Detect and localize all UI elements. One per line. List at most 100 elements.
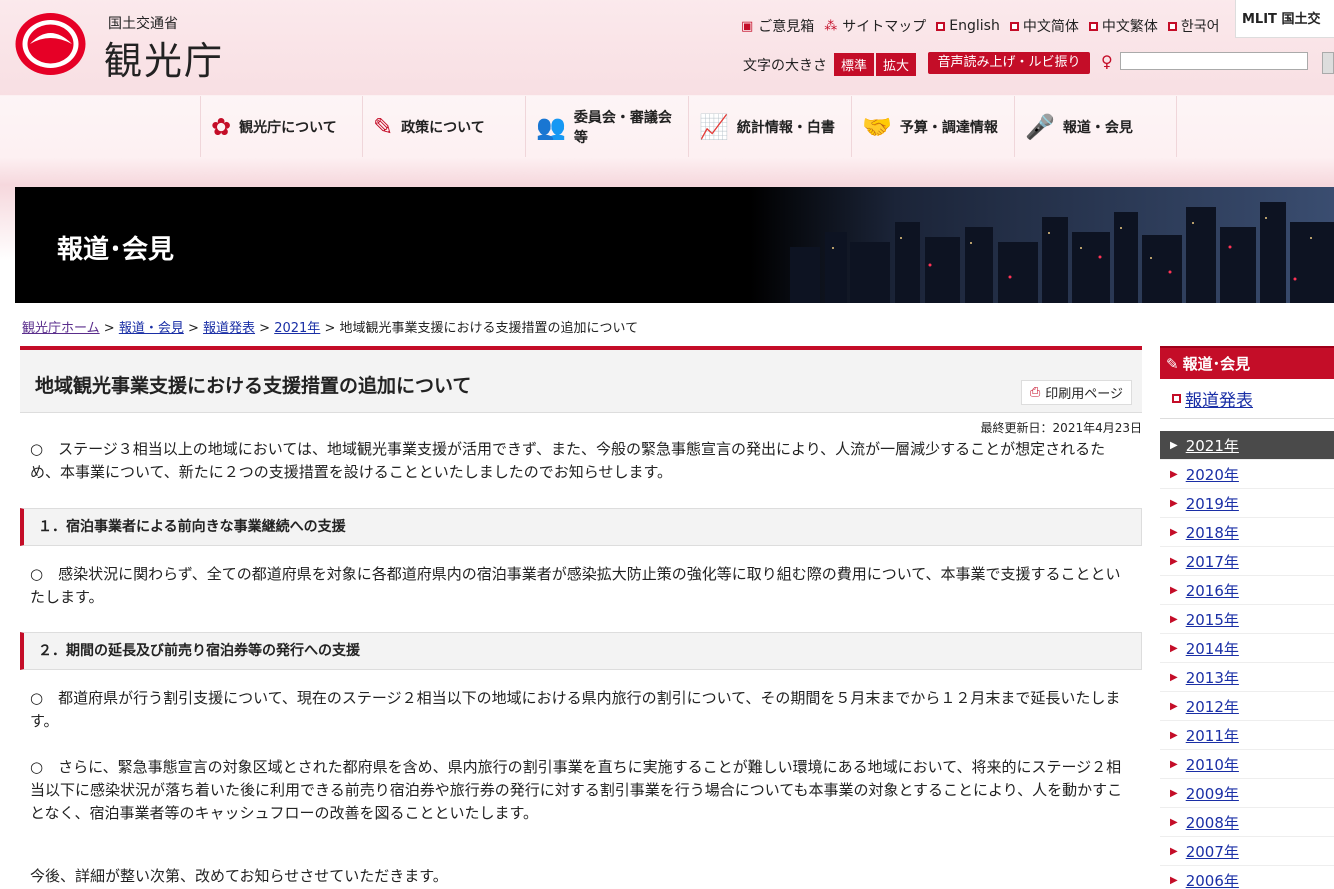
sidebar-year-item[interactable]: ▶ 2018年 xyxy=(1160,518,1334,547)
triangle-right-icon: ▶ xyxy=(1170,497,1178,509)
sidebar-year-item[interactable]: ▶ 2017年 xyxy=(1160,547,1334,576)
top-link-label: 한국어 xyxy=(1180,19,1220,35)
triangle-right-icon: ▶ xyxy=(1170,874,1178,886)
font-large-button[interactable]: 拡大 xyxy=(876,53,917,76)
sidebar-year-item[interactable]: ▶ 2007年 xyxy=(1160,837,1334,866)
nav-item-statistics[interactable]: 📈 統計情報・白書 xyxy=(688,96,851,157)
triangle-right-icon: ▶ xyxy=(1170,787,1178,799)
square-icon xyxy=(1172,394,1181,403)
top-link-english[interactable]: English xyxy=(936,16,1000,36)
section2-paragraph-2: ○ さらに、緊急事態宣言の対象区域とされた都府県を含め、県内旅行の割引事業を直ち… xyxy=(30,758,1123,822)
microphone-icon: 🎤 xyxy=(1025,112,1055,141)
year-link[interactable]: 2009年 xyxy=(1186,783,1239,804)
section2-paragraph-1: ○ 都道府県が行う割引支援について、現在のステージ２相当以下の地域における県内旅… xyxy=(30,689,1121,730)
breadcrumb: 観光庁ホーム > 報道・会見 > 報道発表 > 2021年 > 地域観光事業支援… xyxy=(22,317,638,336)
sidebar-year-item[interactable]: ▶ 2013年 xyxy=(1160,663,1334,692)
handshake-icon: 🤝 xyxy=(862,112,892,141)
breadcrumb-press-link[interactable]: 報道・会見 xyxy=(119,321,184,336)
nav-item-press[interactable]: 🎤 報道・会見 xyxy=(1014,96,1177,157)
sidebar-year-item[interactable]: ▶ 2016年 xyxy=(1160,576,1334,605)
year-link[interactable]: 2015年 xyxy=(1186,609,1239,630)
closing-paragraph: 今後、詳細が整い次第、改めてお知らせさせていただきます。 xyxy=(30,867,448,885)
sidebar-year-item[interactable]: ▶ 2020年 xyxy=(1160,460,1334,489)
sidebar-sub-link[interactable]: 報道発表 xyxy=(1185,386,1253,411)
square-icon xyxy=(1167,21,1177,31)
font-standard-button[interactable]: 標準 xyxy=(834,53,875,76)
sidebar-year-item[interactable]: ▶ 2021年 xyxy=(1160,431,1334,460)
year-link[interactable]: 2011年 xyxy=(1186,725,1239,746)
triangle-right-icon: ▶ xyxy=(1170,642,1178,654)
sidebar-year-item[interactable]: ▶ 2015年 xyxy=(1160,605,1334,634)
city-night-image xyxy=(750,187,1334,303)
kanko-logo-icon[interactable] xyxy=(14,12,87,76)
year-link[interactable]: 2010年 xyxy=(1186,754,1239,775)
year-link[interactable]: 2012年 xyxy=(1186,696,1239,717)
triangle-right-icon: ▶ xyxy=(1170,816,1178,828)
global-nav: ✿ 観光庁について ✎ 政策について 👥 委員会・審議会等 📈 統計情報・白書 🤝 予算・… xyxy=(200,96,1177,157)
sidebar-year-item[interactable]: ▶ 2019年 xyxy=(1160,489,1334,518)
mlit-logo[interactable]: MLIT 国土交 xyxy=(1235,0,1334,38)
year-link[interactable]: 2013年 xyxy=(1186,667,1239,688)
top-link-korean[interactable]: 한국어 xyxy=(1167,16,1220,36)
sidebar-year-item[interactable]: ▶ 2006年 xyxy=(1160,866,1334,889)
triangle-right-icon: ▶ xyxy=(1170,555,1178,567)
section1-heading: １．宿泊事業者による前向きな事業継続への支援 xyxy=(20,508,1142,546)
year-link[interactable]: 2019年 xyxy=(1186,493,1239,514)
top-link-sitemap[interactable]: ⁂ サイトマップ xyxy=(824,16,926,36)
nav-label: 統計情報・白書 xyxy=(736,119,835,136)
agency-name[interactable]: 観光庁 xyxy=(104,30,224,85)
top-link-chinese-simplified[interactable]: 中文简体 xyxy=(1009,16,1079,36)
year-link[interactable]: 2014年 xyxy=(1186,638,1239,659)
top-link-chinese-traditional[interactable]: 中文繁体 xyxy=(1088,16,1158,36)
breadcrumb-year-link[interactable]: 2021年 xyxy=(274,321,320,336)
intro-paragraph: ○ ステージ３相当以上の地域においては、地域観光事業支援が活用できず、また、今般… xyxy=(30,440,1106,481)
breadcrumb-home-link[interactable]: 観光庁ホーム xyxy=(22,321,100,336)
nav-item-policy[interactable]: ✎ 政策について xyxy=(362,96,525,157)
nav-item-committee[interactable]: 👥 委員会・審議会等 xyxy=(525,96,688,157)
year-link[interactable]: 2008年 xyxy=(1186,812,1239,833)
breadcrumb-separator: > xyxy=(324,321,336,336)
sidebar-year-item[interactable]: ▶ 2011年 xyxy=(1160,721,1334,750)
year-link[interactable]: 2007年 xyxy=(1186,841,1239,862)
breadcrumb-release-link[interactable]: 報道発表 xyxy=(203,321,255,336)
sidebar-heading[interactable]: ✎ 報道･会見 xyxy=(1160,346,1334,379)
nav-label: 予算・調達情報 xyxy=(899,119,998,136)
search-button[interactable] xyxy=(1322,52,1334,74)
print-page-button[interactable]: ⎙ 印刷用ページ xyxy=(1020,380,1132,405)
flower-icon: ✿ xyxy=(211,112,232,141)
top-link-opinion[interactable]: ▣ ご意見箱 xyxy=(741,16,814,36)
year-link[interactable]: 2021年 xyxy=(1186,435,1239,456)
square-icon xyxy=(936,21,946,31)
year-link[interactable]: 2020年 xyxy=(1186,464,1239,485)
people-icon: 👥 xyxy=(536,112,566,141)
voice-ruby-button[interactable]: 音声読み上げ・ルビ振り xyxy=(928,52,1090,74)
printer-icon: ⎙ xyxy=(1029,385,1041,400)
banner-title: 報道･会見 xyxy=(57,235,175,265)
last-updated: 最終更新日：2021年4月23日 xyxy=(980,421,1142,435)
year-link[interactable]: 2006年 xyxy=(1186,870,1239,889)
square-icon xyxy=(1009,21,1019,31)
nav-label: 委員会・審議会等 xyxy=(573,109,672,146)
pencil-icon: ✎ xyxy=(373,112,394,141)
breadcrumb-current: 地域観光事業支援における支援措置の追加について xyxy=(339,321,639,336)
top-link-label: ご意見箱 xyxy=(758,19,815,35)
year-link[interactable]: 2018年 xyxy=(1186,522,1239,543)
triangle-right-icon: ▶ xyxy=(1170,468,1178,480)
sidebar-year-item[interactable]: ▶ 2010年 xyxy=(1160,750,1334,779)
sidebar-year-item[interactable]: ▶ 2009年 xyxy=(1160,779,1334,808)
year-link[interactable]: 2016年 xyxy=(1186,580,1239,601)
sidebar-item-press-release[interactable]: 報道発表 xyxy=(1160,379,1334,419)
font-size-label: 文字の大きさ xyxy=(743,57,827,74)
sidebar-year-item[interactable]: ▶ 2014年 xyxy=(1160,634,1334,663)
triangle-right-icon: ▶ xyxy=(1170,439,1178,451)
nav-label: 観光庁について xyxy=(239,119,337,136)
triangle-right-icon: ▶ xyxy=(1170,758,1178,770)
year-link[interactable]: 2017年 xyxy=(1186,551,1239,572)
sitemap-icon: ⁂ xyxy=(824,18,838,34)
sidebar-year-item[interactable]: ▶ 2008年 xyxy=(1160,808,1334,837)
nav-item-budget[interactable]: 🤝 予算・調達情報 xyxy=(851,96,1014,157)
search-input[interactable] xyxy=(1120,52,1308,70)
nav-item-about[interactable]: ✿ 観光庁について xyxy=(200,96,362,157)
sidebar-year-item[interactable]: ▶ 2012年 xyxy=(1160,692,1334,721)
breadcrumb-separator: > xyxy=(187,321,199,336)
